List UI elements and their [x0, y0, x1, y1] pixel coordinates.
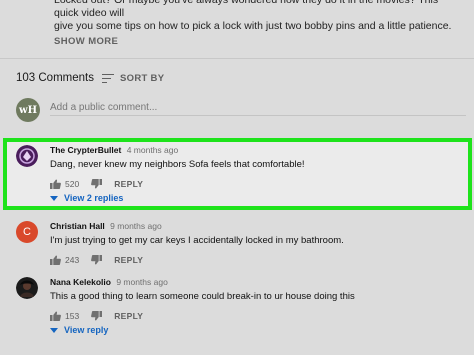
reply-button[interactable]: REPLY [114, 179, 143, 189]
view-replies-label: View 2 replies [64, 193, 124, 203]
comment-actions: 520 REPLY [50, 179, 143, 189]
description-line: Locked out? Or maybe you've always wonde… [54, 0, 439, 19]
reply-button[interactable]: REPLY [114, 255, 143, 265]
reply-button[interactable]: REPLY [114, 311, 143, 321]
comment-header: The CrypterBullet 4 months ago [50, 145, 178, 155]
thumbs-up-icon[interactable] [50, 179, 61, 189]
comment-item: Nana Kelekolio 9 months ago This a good … [16, 277, 466, 347]
comment-author[interactable]: Christian Hall [50, 221, 105, 231]
like-count: 243 [65, 255, 80, 265]
comment-item: C Christian Hall 9 months ago I'm just t… [16, 221, 466, 271]
view-replies-label: View reply [64, 325, 109, 335]
add-comment-row: wH [16, 98, 466, 124]
view-replies-button[interactable]: View 2 replies [50, 193, 123, 203]
comment-item: The CrypterBullet 4 months ago Dang, nev… [16, 145, 466, 205]
thumbs-down-icon[interactable] [91, 311, 103, 321]
comment-header: Christian Hall 9 months ago [50, 221, 162, 231]
video-description: Locked out? Or maybe you've always wonde… [54, 0, 464, 33]
description-line: give you some tips on how to pick a lock… [54, 20, 452, 32]
comment-actions: 153 REPLY [50, 311, 143, 321]
comments-count: 103 Comments [16, 72, 94, 84]
comment-text: Dang, never knew my neighbors Sofa feels… [50, 159, 305, 170]
like-count: 153 [65, 311, 80, 321]
comment-time[interactable]: 9 months ago [116, 277, 168, 287]
comment-time[interactable]: 9 months ago [110, 221, 162, 231]
comment-author[interactable]: Nana Kelekolio [50, 277, 111, 287]
avatar[interactable]: C [16, 221, 38, 243]
thumbs-up-icon[interactable] [50, 255, 61, 265]
sort-by-label: SORT BY [120, 72, 165, 84]
thumbs-down-icon[interactable] [91, 179, 103, 189]
comment-actions: 243 REPLY [50, 255, 143, 265]
thumbs-up-icon[interactable] [50, 311, 61, 321]
like-count: 520 [65, 179, 80, 189]
sort-by-button[interactable]: SORT BY [102, 71, 164, 85]
show-more-button[interactable]: SHOW MORE [54, 36, 118, 47]
comment-header: Nana Kelekolio 9 months ago [50, 277, 168, 287]
add-comment-input[interactable] [50, 100, 466, 116]
avatar[interactable] [16, 277, 38, 299]
chevron-down-icon [50, 327, 58, 333]
thumbs-down-icon[interactable] [91, 255, 103, 265]
view-replies-button[interactable]: View reply [50, 325, 108, 335]
chevron-down-icon [50, 195, 58, 201]
user-avatar: wH [16, 98, 40, 122]
divider [0, 58, 474, 59]
comment-author[interactable]: The CrypterBullet [50, 145, 121, 155]
sort-icon [102, 73, 114, 83]
comment-text: I'm just trying to get my car keys I acc… [50, 235, 344, 246]
comment-text: This a good thing to learn someone could… [50, 291, 355, 302]
avatar[interactable] [16, 145, 38, 167]
comment-time[interactable]: 4 months ago [127, 145, 179, 155]
